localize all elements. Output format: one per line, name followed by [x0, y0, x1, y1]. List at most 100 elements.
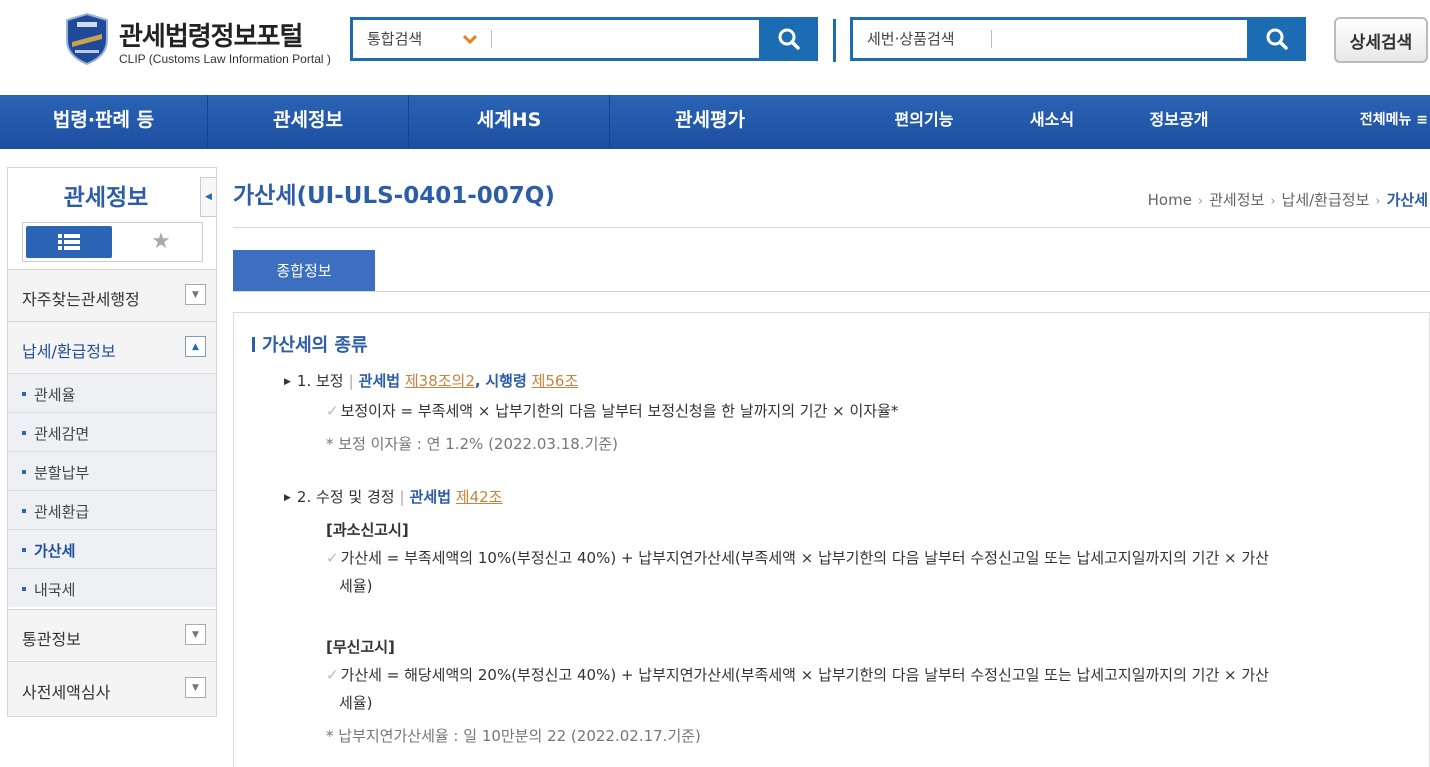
item-correction: ▶ 1. 보정 | 관세법 제38조의2, 시행령 제56조 [284, 370, 578, 391]
sidebar-item-label: 납세/환급정보 [22, 342, 116, 361]
section-title: 가산세의 종류 [252, 331, 368, 357]
sidebar-view-tabs: ★ [22, 222, 203, 262]
tab-menu-list[interactable] [26, 226, 112, 258]
sidebar-item-pre-tax-review[interactable]: 사전세액심사 ▼ [8, 661, 216, 716]
underreport-formula: ✓ 가산세 = 부족세액의 10%(부정신고 40%) + 납부지연가산세(부족세… [326, 544, 1269, 600]
formula-text: 가산세 = 부족세액의 10%(부정신고 40%) + 납부지연가산세(부족세액… [340, 549, 1269, 567]
formula-text-cont: 세율) [339, 577, 373, 595]
section-title-text: 가산세의 종류 [262, 335, 368, 356]
chevron-down-icon[interactable]: ▼ [185, 624, 206, 645]
tab-divider [233, 291, 1430, 292]
all-menu-button[interactable]: 전체메뉴 ≡ [1360, 95, 1430, 149]
article-link[interactable]: 제38조의2 [405, 372, 475, 390]
nav-item-world-hs[interactable]: 세계HS [409, 95, 609, 149]
search-icon [778, 28, 800, 50]
chevron-right-icon: › [1375, 194, 1381, 209]
sidebar-subitem-installment[interactable]: 분할납부 [8, 451, 216, 490]
sidebar-subitem-label: 내국세 [34, 581, 76, 599]
law-name: 관세법 [358, 372, 401, 390]
sidebar-item-label: 자주찾는관세행정 [22, 290, 140, 309]
search-category-select[interactable]: 통합검색 [353, 20, 422, 58]
nav-item-news[interactable]: 새소식 [1002, 95, 1102, 149]
nav-item-customs-info[interactable]: 관세정보 [208, 95, 408, 149]
title-divider [233, 227, 1430, 228]
site-header: 관세법령정보포털 CLIP (Customs Law Information P… [0, 0, 1430, 95]
tab-favorites[interactable]: ★ [131, 225, 191, 257]
sidebar-subitem-label: 분할납부 [34, 464, 90, 482]
search-icon [1266, 28, 1288, 50]
decree-article-link[interactable]: 제56조 [532, 372, 579, 390]
star-icon: ★ [151, 228, 171, 254]
site-logo[interactable]: 관세법령정보포털 CLIP (Customs Law Information P… [64, 12, 344, 70]
decree-name: 시행령 [485, 372, 527, 390]
nav-item-laws[interactable]: 법령·판례 등 [0, 95, 207, 149]
pipe-divider: | [348, 372, 354, 390]
breadcrumb-customs-info[interactable]: 관세정보 [1209, 191, 1264, 209]
hs-search-category[interactable]: 세번·상품검색 [853, 20, 955, 58]
underreport-heading: [과소신고시] [326, 521, 409, 539]
sidebar: 관세정보 ◀ ★ 자주찾는관세행정 ▼ 납세/환급정보 ▲ 관세율 관세감면 분… [7, 167, 217, 717]
sidebar-subitem-domestic-tax[interactable]: 내국세 [8, 568, 216, 607]
sidebar-item-payment-refund[interactable]: 납세/환급정보 ▲ [8, 321, 216, 373]
hs-search-input[interactable] [999, 20, 1249, 58]
hs-search-label: 세번·상품검색 [867, 30, 955, 48]
nav-item-customs-valuation[interactable]: 관세평가 [610, 95, 810, 149]
item-label: 1. 보정 [296, 372, 344, 390]
breadcrumb-home[interactable]: Home [1148, 191, 1192, 209]
tab-overview[interactable]: 종합정보 [233, 250, 375, 292]
integrated-search-input[interactable] [499, 20, 759, 58]
sidebar-item-clearance[interactable]: 통관정보 ▼ [8, 609, 216, 661]
integrated-search: 통합검색 [350, 17, 818, 61]
check-icon: ✓ [326, 549, 339, 567]
chevron-right-icon: › [1197, 194, 1204, 209]
item-amendment: ▶ 2. 수정 및 경정 | 관세법 제42조 [284, 486, 502, 507]
sidebar-subitem-label: 관세율 [34, 386, 76, 404]
nav-item-convenience[interactable]: 편의기능 [874, 95, 974, 149]
comma: , [474, 372, 481, 390]
hs-search: 세번·상품검색 [850, 17, 1306, 61]
chevron-right-icon: › [1270, 194, 1276, 209]
triangle-right-icon: ▶ [284, 377, 291, 387]
search-divider [491, 30, 492, 48]
breadcrumb-payment-refund[interactable]: 납세/환급정보 [1282, 191, 1370, 209]
item-label: 2. 수정 및 경정 [296, 488, 395, 506]
search-divider [991, 30, 992, 48]
sidebar-item-label: 통관정보 [22, 630, 81, 649]
chevron-down-icon[interactable]: ▼ [185, 284, 206, 305]
check-icon: ✓ [326, 666, 339, 684]
formula-text: 보정이자 = 부족세액 × 납부기한의 다음 날부터 보정신청을 한 날까지의 … [340, 402, 899, 420]
sidebar-subitem-refund[interactable]: 관세환급 [8, 490, 216, 529]
sidebar-subitem-tariff-exemption[interactable]: 관세감면 [8, 412, 216, 451]
sidebar-subitem-label: 가산세 [34, 542, 76, 560]
nonreport-heading: [무신고시] [326, 638, 395, 656]
late-payment-note: * 납부지연가산세율 : 일 10만분의 22 (2022.02.17.기준) [326, 727, 701, 745]
sidebar-title: 관세정보 [63, 185, 149, 211]
breadcrumb-current: 가산세 [1386, 191, 1428, 209]
sidebar-item-frequent-admin[interactable]: 자주찾는관세행정 ▼ [8, 269, 216, 321]
sidebar-collapse-button[interactable]: ◀ [200, 177, 216, 217]
correction-note: * 보정 이자율 : 연 1.2% (2022.03.18.기준) [326, 435, 619, 453]
sidebar-subitem-penalty-tax[interactable]: 가산세 [8, 529, 216, 568]
integrated-search-button[interactable] [759, 17, 818, 61]
chevron-down-icon[interactable] [462, 32, 478, 48]
article-link[interactable]: 제42조 [456, 488, 503, 506]
search-separator [833, 19, 836, 62]
triangle-right-icon: ▶ [284, 493, 291, 503]
bullet-icon [22, 431, 26, 435]
detail-search-button[interactable]: 상세검색 [1334, 17, 1428, 63]
logo-subtitle: CLIP (Customs Law Information Portal ) [119, 52, 331, 66]
chevron-up-icon[interactable]: ▲ [185, 336, 206, 357]
correction-formula: ✓ 보정이자 = 부족세액 × 납부기한의 다음 날부터 보정신청을 한 날까지의… [326, 397, 898, 425]
pipe-divider: | [399, 488, 405, 506]
main-nav: 법령·판례 등 관세정보 세계HS 관세평가 편의기능 새소식 정보공개 전체메… [0, 95, 1430, 149]
check-icon: ✓ [326, 402, 339, 420]
nav-item-disclosure[interactable]: 정보공개 [1128, 95, 1230, 149]
law-name: 관세법 [409, 488, 452, 506]
hs-search-button[interactable] [1247, 17, 1306, 61]
sidebar-subitem-label: 관세감면 [34, 425, 90, 443]
nonreport-formula: ✓ 가산세 = 해당세액의 20%(부정신고 40%) + 납부지연가산세(부족세… [326, 661, 1269, 717]
chevron-down-icon[interactable]: ▼ [185, 677, 206, 698]
sidebar-subitem-tariff-rate[interactable]: 관세율 [8, 373, 216, 412]
page-title: 가산세(UI-ULS-0401-007Q) [233, 183, 555, 209]
sidebar-item-label: 사전세액심사 [22, 683, 111, 702]
